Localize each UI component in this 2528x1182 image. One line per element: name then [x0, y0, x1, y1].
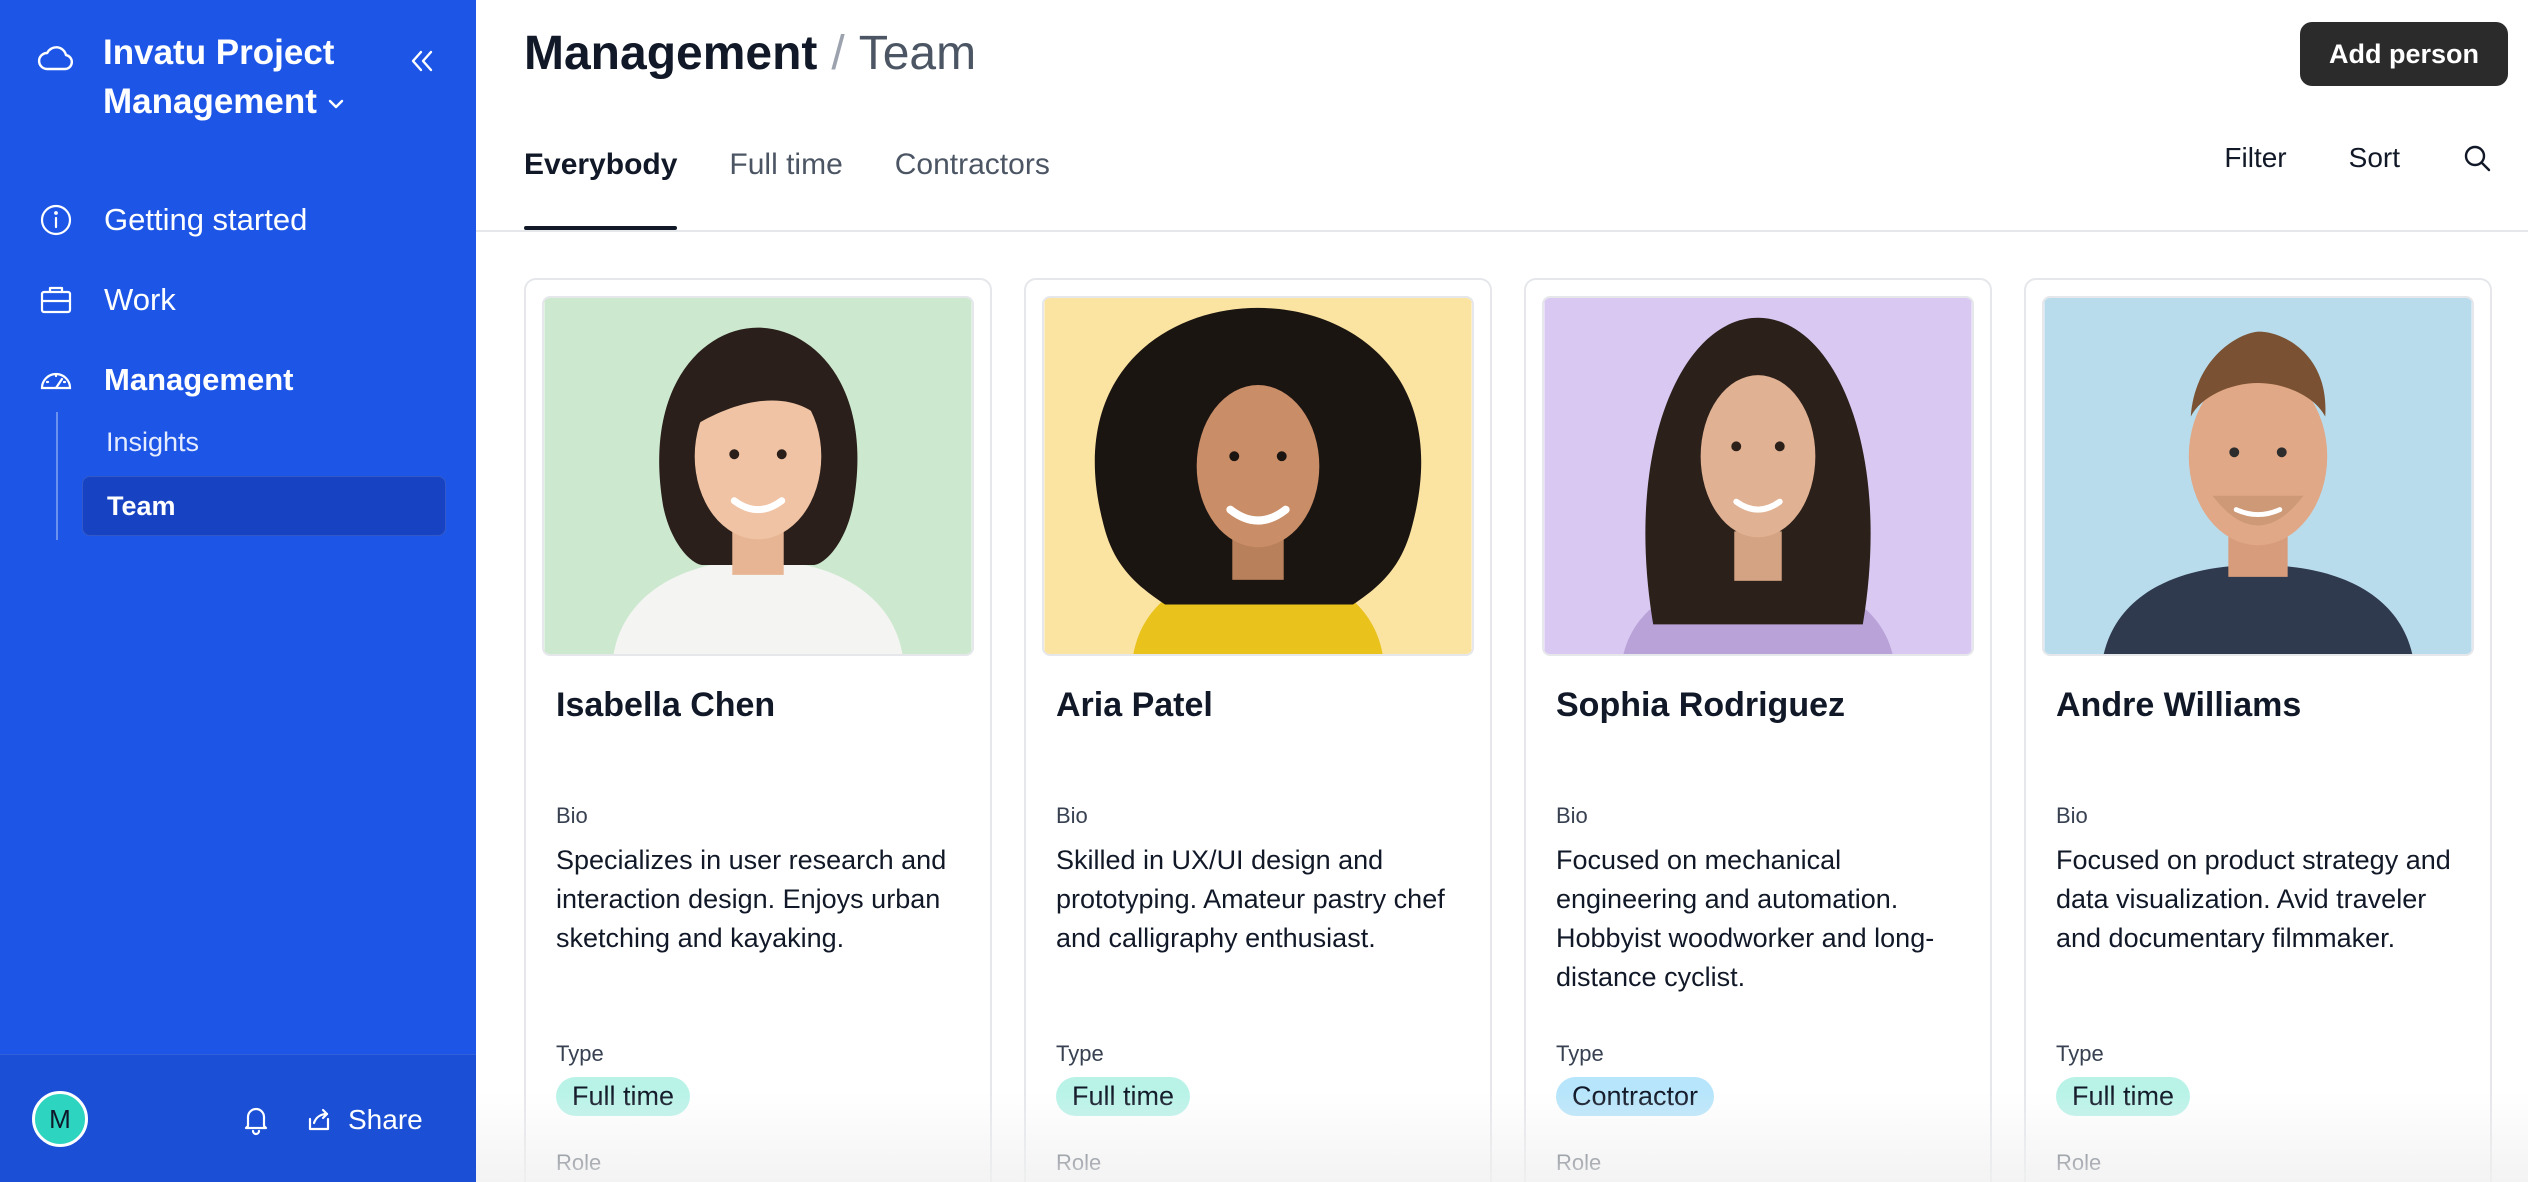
workspace-switcher[interactable]: Invatu Project Management [36, 28, 446, 128]
bio-label: Bio [1056, 803, 1088, 828]
portrait-image [1544, 298, 1972, 654]
breadcrumb-parent[interactable]: Management [524, 27, 817, 80]
type-badge: Full time [1056, 1077, 1191, 1116]
workspace-name-text: Invatu Project Management [103, 33, 335, 121]
nav-item-getting-started[interactable]: Getting started [0, 180, 476, 260]
collapse-sidebar-button[interactable] [396, 36, 446, 86]
gauge-icon [40, 372, 72, 390]
nav-label-management: Management [104, 362, 294, 397]
add-person-button[interactable]: Add person [2300, 22, 2508, 86]
avatar[interactable]: M [32, 1091, 88, 1147]
nav-label-getting-started: Getting started [104, 202, 308, 237]
workspace-name[interactable]: Invatu Project Management [103, 28, 403, 126]
tab-divider [476, 230, 2528, 232]
person-bio: Focused on mechanical engineering and au… [1556, 845, 1935, 992]
tab-contractors[interactable]: Contractors [895, 130, 1050, 230]
subnav-label-team: Team [107, 490, 176, 521]
tab-full-time[interactable]: Full time [729, 130, 842, 230]
bio-label: Bio [1556, 803, 1588, 828]
bio-label: Bio [2056, 803, 2088, 828]
subnav-item-insights[interactable]: Insights [82, 412, 446, 472]
breadcrumb: Management / Team [524, 24, 976, 84]
person-name: Isabella Chen [556, 686, 776, 724]
person-bio: Focused on product strategy and data vis… [2056, 845, 2451, 953]
tab-everybody[interactable]: Everybody [524, 130, 678, 230]
sidebar: Invatu Project Management Getting starte… [0, 0, 476, 1182]
share-icon [308, 1108, 330, 1131]
portrait-image [1044, 298, 1472, 654]
person-card[interactable]: Aria Patel Bio Skilled in UX/UI design a… [1024, 278, 1492, 1182]
people-grid: Isabella Chen Bio Specializes in user re… [524, 278, 2492, 1182]
sidebar-footer: M Share [0, 1054, 476, 1182]
person-name: Aria Patel [1056, 686, 1213, 724]
person-card[interactable]: Sophia Rodriguez Bio Focused on mechanic… [1524, 278, 1992, 1182]
type-label: Type [1556, 1041, 1604, 1066]
toolbar: Filter Sort [2224, 142, 2492, 174]
role-label: Role [1556, 1150, 1602, 1175]
person-name: Sophia Rodriguez [1556, 686, 1845, 724]
person-photo [1542, 296, 1974, 656]
tab-bar: Everybody Full time Contractors [524, 130, 1050, 230]
management-subnav: Insights Team [56, 412, 446, 540]
subnav-item-team[interactable]: Team [82, 476, 446, 536]
type-badge: Contractor [1556, 1077, 1715, 1116]
person-bio: Specializes in user research and interac… [556, 845, 947, 953]
person-photo [2042, 296, 2474, 656]
breadcrumb-separator: / [831, 27, 845, 80]
type-badge: Full time [2056, 1077, 2191, 1116]
briefcase-icon [40, 286, 72, 314]
share-button[interactable]: Share [304, 1095, 423, 1145]
filter-button[interactable]: Filter [2224, 142, 2286, 174]
nav-label-work: Work [104, 282, 176, 317]
subnav-label-insights: Insights [106, 426, 200, 457]
breadcrumb-current: Team [858, 27, 977, 80]
search-icon[interactable] [2462, 143, 2492, 173]
sort-button[interactable]: Sort [2349, 142, 2400, 174]
role-label: Role [1056, 1150, 1102, 1175]
type-label: Type [556, 1041, 604, 1066]
role-label: Role [556, 1150, 602, 1175]
type-label: Type [2056, 1041, 2104, 1066]
person-photo [1042, 296, 1474, 656]
share-label: Share [348, 1104, 423, 1135]
chevrons-left-icon [411, 50, 433, 72]
person-bio: Skilled in UX/UI design and prototyping.… [1056, 845, 1445, 953]
bell-icon[interactable] [236, 1099, 276, 1139]
portrait-image [544, 298, 972, 654]
bio-label: Bio [556, 803, 588, 828]
person-card[interactable]: Andre Williams Bio Focused on product st… [2024, 278, 2492, 1182]
portrait-image [2044, 298, 2472, 654]
person-photo [542, 296, 974, 656]
chevron-down-icon[interactable] [325, 93, 347, 115]
main-content: Management / Team Add person Everybody Ful… [476, 0, 2528, 1182]
info-icon [40, 204, 72, 236]
nav-item-management[interactable]: Management [0, 340, 476, 420]
role-label: Role [2056, 1150, 2102, 1175]
sidebar-nav: Getting started Work Management [0, 180, 476, 420]
person-name: Andre Williams [2056, 686, 2302, 724]
nav-item-work[interactable]: Work [0, 260, 476, 340]
cloud-icon [37, 46, 74, 71]
person-card[interactable]: Isabella Chen Bio Specializes in user re… [524, 278, 992, 1182]
type-badge: Full time [556, 1077, 691, 1116]
avatar-initial: M [49, 1103, 71, 1134]
type-label: Type [1056, 1041, 1104, 1066]
